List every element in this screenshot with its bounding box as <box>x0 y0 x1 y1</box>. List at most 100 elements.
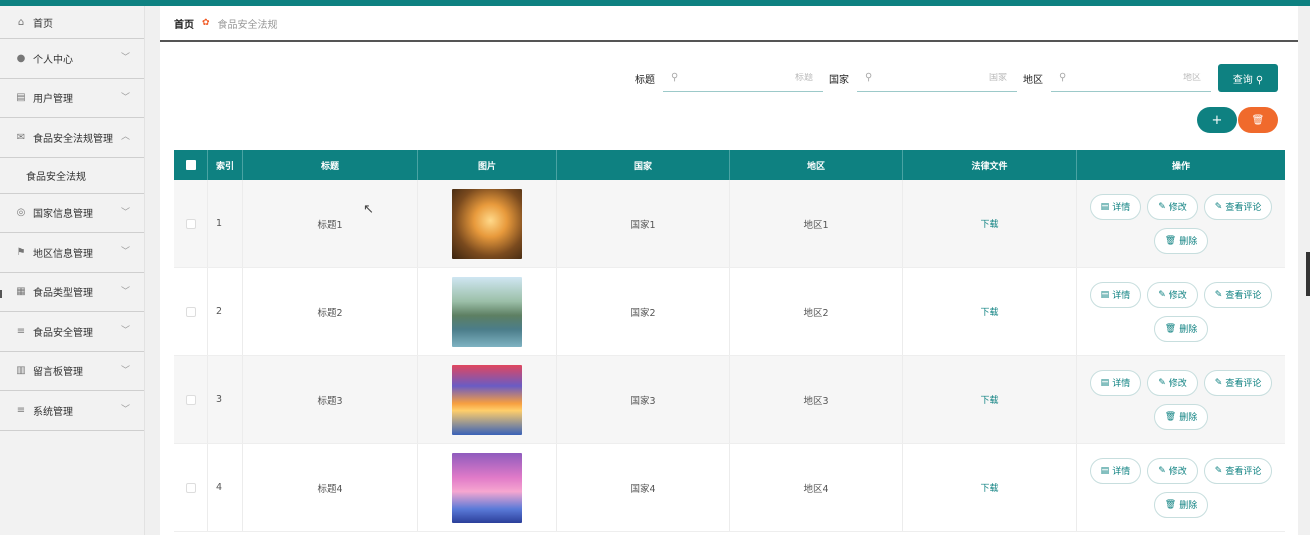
sidebar-subitem-regulations[interactable]: 食品安全法规 <box>0 158 144 194</box>
edit-button[interactable]: ✎ 修改 <box>1147 281 1198 308</box>
batch-delete-button[interactable]: 🗑 <box>1238 107 1278 133</box>
country-search-field[interactable]: ⚲ <box>857 64 1017 92</box>
row-country: 国家2 <box>557 268 730 355</box>
bank-icon: ▦ <box>16 286 26 298</box>
row-title: 标题3 <box>243 356 418 443</box>
header-region: 地区 <box>730 150 903 180</box>
row-region: 地区1 <box>730 180 903 267</box>
row-thumbnail[interactable] <box>452 452 522 523</box>
title-search-field[interactable]: ⚲ <box>663 64 823 92</box>
download-link[interactable]: 下载 <box>980 305 998 318</box>
sidebar-item-4[interactable]: ◎ 国家信息管理 ﹀ <box>0 194 144 233</box>
row-index: 3 <box>208 356 243 443</box>
sidebar-item-8[interactable]: ▥ 留言板管理 ﹀ <box>0 352 144 391</box>
header-country: 国家 <box>557 150 730 180</box>
menu-icon: ≡ <box>16 325 26 337</box>
download-link[interactable]: 下载 <box>980 393 998 406</box>
view-comments-button[interactable]: ✎ 查看评论 <box>1203 281 1273 308</box>
row-thumbnail[interactable] <box>452 364 522 435</box>
select-all-checkbox[interactable] <box>185 160 196 170</box>
row-law-file-cell: 下载 <box>903 268 1077 355</box>
view-comments-button[interactable]: ✎ 查看评论 <box>1203 193 1273 220</box>
add-button[interactable]: + <box>1197 107 1237 133</box>
row-checkbox[interactable] <box>185 218 196 229</box>
regulations-table: 索引 标题 图片 国家 地区 法律文件 操作 1 标题1 国家1 地区1 下载 … <box>174 150 1285 532</box>
breadcrumb-current: 食品安全法规 <box>217 19 278 31</box>
row-title: 标题4 <box>243 444 418 531</box>
bar-chart-icon: ▥ <box>16 365 26 377</box>
edit-icon: ✎ <box>1214 289 1223 300</box>
compass-icon: ◎ <box>16 207 26 219</box>
sidebar-item-3[interactable]: ✉ 食品安全法规管理 ︿ <box>0 118 144 158</box>
row-country: 国家3 <box>557 356 730 443</box>
sidebar-item-label: 食品类型管理 <box>33 288 93 300</box>
row-law-file-cell: 下载 <box>903 180 1077 267</box>
chevron-down-icon: ﹀ <box>120 405 130 416</box>
sidebar-item-9[interactable]: ≡ 系统管理 ﹀ <box>0 391 144 431</box>
table-row: 2 标题2 国家2 地区2 下载 ▤ 详情 ✎ 修改 ✎ 查看评论 🗑 删除 <box>174 268 1285 356</box>
row-title: 标题2 <box>243 268 418 355</box>
row-index: 4 <box>208 444 243 531</box>
view-comments-label: 查看评论 <box>1225 203 1262 213</box>
chevron-up-icon: ︿ <box>120 132 130 143</box>
list-icon: ▤ <box>16 92 26 104</box>
view-comments-label: 查看评论 <box>1225 291 1262 301</box>
flag-icon: ⚑ <box>16 246 26 258</box>
sidebar-item-label: 食品安全管理 <box>33 327 93 339</box>
detail-button[interactable]: ▤ 详情 <box>1089 457 1142 484</box>
row-checkbox[interactable] <box>185 482 196 493</box>
query-button[interactable]: 查询 ⚲ <box>1218 64 1278 92</box>
document-icon: ▤ <box>1100 289 1110 300</box>
table-row: 3 标题3 国家3 地区3 下载 ▤ 详情 ✎ 修改 ✎ 查看评论 🗑 删除 <box>174 356 1285 444</box>
detail-button[interactable]: ▤ 详情 <box>1089 281 1142 308</box>
sidebar-item-7[interactable]: ≡ 食品安全管理 ﹀ <box>0 312 144 352</box>
scrollbar-thumb[interactable] <box>1306 252 1310 296</box>
breadcrumb-home[interactable]: 首页 <box>174 16 194 31</box>
row-thumbnail[interactable] <box>452 188 522 259</box>
row-region: 地区4 <box>730 444 903 531</box>
sidebar-item-6[interactable]: ▦ 食品类型管理 ﹀ <box>0 273 144 312</box>
view-comments-button[interactable]: ✎ 查看评论 <box>1203 369 1273 396</box>
title-search-input[interactable] <box>678 72 823 83</box>
detail-label: 详情 <box>1112 203 1131 213</box>
delete-button[interactable]: 🗑 删除 <box>1153 227 1209 254</box>
header-law-file: 法律文件 <box>903 150 1077 180</box>
row-checkbox[interactable] <box>185 306 196 317</box>
title-search-label: 标题 <box>635 75 655 86</box>
edit-icon: ✎ <box>1214 201 1223 212</box>
chevron-down-icon: ﹀ <box>120 92 130 103</box>
download-link[interactable]: 下载 <box>980 481 998 494</box>
view-comments-label: 查看评论 <box>1225 467 1262 477</box>
row-thumbnail[interactable] <box>452 276 522 347</box>
row-law-file-cell: 下载 <box>903 356 1077 443</box>
select-all-cell <box>174 150 208 180</box>
row-checkbox[interactable] <box>185 394 196 405</box>
delete-button[interactable]: 🗑 删除 <box>1153 315 1209 342</box>
delete-button[interactable]: 🗑 删除 <box>1153 491 1209 518</box>
header-image: 图片 <box>418 150 557 180</box>
view-comments-button[interactable]: ✎ 查看评论 <box>1203 457 1273 484</box>
detail-label: 详情 <box>1112 291 1131 301</box>
country-search-input[interactable] <box>872 72 1017 83</box>
edit-button[interactable]: ✎ 修改 <box>1147 369 1198 396</box>
sidebar-item-1[interactable]: ● 个人中心 ﹀ <box>0 39 144 79</box>
edit-label: 修改 <box>1168 291 1187 301</box>
delete-button[interactable]: 🗑 删除 <box>1153 403 1209 430</box>
chevron-down-icon: ﹀ <box>120 286 130 297</box>
region-search-field[interactable]: ⚲ <box>1051 64 1211 92</box>
edit-button[interactable]: ✎ 修改 <box>1147 457 1198 484</box>
detail-button[interactable]: ▤ 详情 <box>1089 193 1142 220</box>
sidebar-item-0[interactable]: ⌂ 首页 <box>0 6 144 39</box>
edit-button[interactable]: ✎ 修改 <box>1147 193 1198 220</box>
detail-button[interactable]: ▤ 详情 <box>1089 369 1142 396</box>
sidebar-item-5[interactable]: ⚑ 地区信息管理 ﹀ <box>0 233 144 273</box>
edit-icon: ✎ <box>1158 377 1166 388</box>
sidebar-item-2[interactable]: ▤ 用户管理 ﹀ <box>0 79 144 118</box>
row-image-cell <box>418 356 557 443</box>
document-icon: ▤ <box>1100 465 1110 476</box>
row-select-cell <box>174 444 208 531</box>
chevron-down-icon: ﹀ <box>120 53 130 64</box>
download-link[interactable]: 下载 <box>980 217 998 230</box>
edit-label: 修改 <box>1168 203 1187 213</box>
region-search-input[interactable] <box>1066 72 1211 83</box>
